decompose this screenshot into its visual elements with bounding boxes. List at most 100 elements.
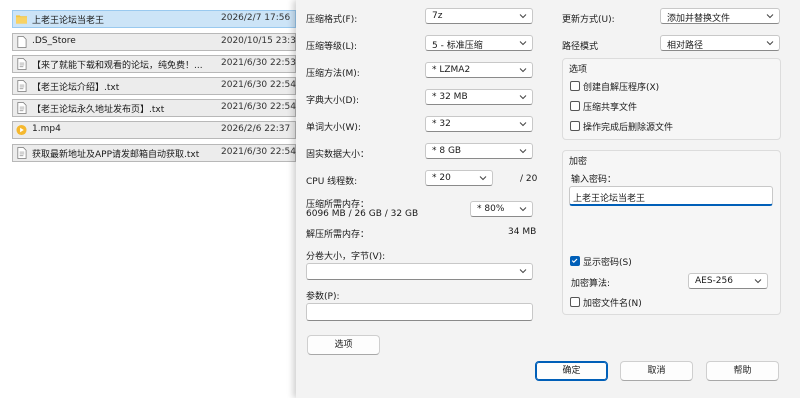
chevron-down-icon bbox=[519, 122, 527, 127]
file-list-pane: 上老王论坛当老王 2026/2/7 17:56 .DS_Store 2020/1… bbox=[0, 0, 300, 398]
path-label: 路径模式 bbox=[562, 42, 599, 52]
split-label: 分卷大小，字节(V): bbox=[306, 252, 386, 262]
show-password-label: 显示密码(S) bbox=[583, 258, 632, 268]
format-label: 压缩格式(F): bbox=[306, 15, 358, 25]
delete-after-checkbox[interactable] bbox=[570, 121, 580, 131]
chevron-down-icon bbox=[766, 41, 774, 46]
file-row[interactable]: 1.mp4 2026/2/6 22:37 bbox=[12, 121, 296, 139]
options-group: 选项 创建自解压程序(X) 压缩共享文件 操作完成后删除源文件 bbox=[562, 58, 781, 140]
file-row[interactable]: 【老王论坛永久地址发布页】.txt 2021/6/30 22:54 bbox=[12, 99, 296, 117]
format-select[interactable]: 7z bbox=[425, 8, 533, 24]
params-label: 参数(P): bbox=[306, 292, 340, 302]
text-file-icon bbox=[17, 58, 27, 70]
encrypt-names-checkbox[interactable] bbox=[570, 297, 580, 307]
file-name: 【老王论坛永久地址发布页】.txt bbox=[32, 105, 165, 115]
cancel-button[interactable]: 取消 bbox=[620, 361, 693, 381]
file-date: 2021/6/30 22:53 bbox=[221, 58, 296, 68]
options-group-title: 选项 bbox=[569, 65, 588, 75]
folder-icon bbox=[16, 15, 27, 24]
file-row[interactable]: 【老王论坛介绍】.txt 2021/6/30 22:54 bbox=[12, 77, 296, 95]
text-file-icon bbox=[17, 147, 27, 159]
file-name: 获取最新地址及APP请发邮箱自动获取.txt bbox=[32, 150, 200, 160]
update-select[interactable]: 添加并替换文件 bbox=[660, 8, 780, 24]
word-select[interactable]: * 32 bbox=[425, 116, 533, 132]
chevron-down-icon bbox=[519, 207, 527, 212]
level-label: 压缩等级(L): bbox=[306, 42, 358, 52]
video-file-icon bbox=[16, 124, 27, 136]
file-date: 2021/6/30 22:54 bbox=[221, 80, 296, 90]
chevron-down-icon bbox=[519, 68, 527, 73]
chevron-down-icon bbox=[479, 176, 487, 181]
solid-label: 固实数据大小： bbox=[306, 150, 370, 160]
shared-files-checkbox[interactable] bbox=[570, 101, 580, 111]
level-select[interactable]: 5 - 标准压缩 bbox=[425, 35, 533, 51]
file-name: .DS_Store bbox=[32, 36, 76, 46]
mem-usage-value: * 80% bbox=[477, 204, 505, 214]
chevron-down-icon bbox=[519, 149, 527, 154]
dict-label: 字典大小(D): bbox=[306, 96, 359, 106]
file-row[interactable]: 上老王论坛当老王 2026/2/7 17:56 bbox=[12, 10, 296, 28]
file-name: 上老王论坛当老王 bbox=[32, 16, 105, 26]
mem-compress-detail: 6096 MB / 26 GB / 32 GB bbox=[306, 209, 419, 219]
cpu-label: CPU 线程数: bbox=[306, 177, 358, 187]
params-input[interactable] bbox=[306, 303, 533, 321]
dict-select[interactable]: * 32 MB bbox=[425, 89, 533, 105]
chevron-down-icon bbox=[754, 279, 762, 284]
method-value: * LZMA2 bbox=[432, 65, 471, 75]
update-value: 添加并替换文件 bbox=[667, 14, 731, 24]
text-file-icon bbox=[17, 80, 27, 92]
file-name: 【来了就能下载和观看的论坛，纯免费！... bbox=[32, 61, 203, 71]
password-value: 上老王论坛当老王 bbox=[573, 194, 646, 204]
format-value: 7z bbox=[432, 11, 443, 21]
split-select[interactable] bbox=[306, 263, 533, 280]
file-date: 2021/6/30 22:54 bbox=[221, 102, 296, 112]
file-date: 2021/6/30 22:54 bbox=[221, 147, 296, 157]
cpu-value: * 20 bbox=[432, 173, 451, 183]
password-label: 输入密码： bbox=[571, 175, 617, 185]
sfx-label: 创建自解压程序(X) bbox=[583, 83, 660, 93]
file-row[interactable]: 获取最新地址及APP请发邮箱自动获取.txt 2021/6/30 22:54 bbox=[12, 144, 296, 162]
update-label: 更新方式(U): bbox=[562, 15, 615, 25]
password-input[interactable]: 上老王论坛当老王 bbox=[569, 186, 773, 206]
shared-files-label: 压缩共享文件 bbox=[583, 103, 638, 113]
ok-button[interactable]: 确定 bbox=[535, 361, 608, 381]
show-password-checkbox[interactable] bbox=[570, 256, 580, 266]
file-row[interactable]: 【来了就能下载和观看的论坛，纯免费！... 2021/6/30 22:53 bbox=[12, 55, 296, 73]
check-icon bbox=[571, 258, 578, 263]
solid-select[interactable]: * 8 GB bbox=[425, 143, 533, 159]
word-label: 单词大小(W): bbox=[306, 123, 361, 133]
add-to-archive-dialog: 压缩格式(F): 7z 压缩等级(L): 5 - 标准压缩 压缩方法(M): *… bbox=[296, 0, 800, 398]
file-date: 2026/2/7 17:56 bbox=[221, 13, 291, 23]
enc-method-label: 加密算法: bbox=[571, 279, 611, 289]
word-value: * 32 bbox=[432, 119, 451, 129]
chevron-down-icon bbox=[519, 269, 527, 274]
level-value: 5 - 标准压缩 bbox=[432, 41, 483, 51]
encryption-group: 加密 输入密码： 上老王论坛当老王 显示密码(S) 加密算法: AES-256 … bbox=[562, 150, 781, 315]
file-name: 【老王论坛介绍】.txt bbox=[32, 83, 120, 93]
file-name: 1.mp4 bbox=[32, 124, 61, 134]
mem-decompress-value: 34 MB bbox=[508, 227, 537, 237]
sfx-checkbox[interactable] bbox=[570, 81, 580, 91]
chevron-down-icon bbox=[519, 14, 527, 19]
mem-decompress-label: 解压所需内存： bbox=[306, 230, 370, 240]
file-row[interactable]: .DS_Store 2020/10/15 23:3 bbox=[12, 33, 296, 51]
enc-method-value: AES-256 bbox=[695, 276, 733, 286]
delete-after-label: 操作完成后删除源文件 bbox=[583, 123, 674, 133]
encrypt-names-label: 加密文件名(N) bbox=[583, 299, 642, 309]
chevron-down-icon bbox=[519, 95, 527, 100]
cpu-max: / 20 bbox=[520, 174, 538, 184]
method-label: 压缩方法(M): bbox=[306, 69, 360, 79]
path-select[interactable]: 相对路径 bbox=[660, 35, 780, 51]
cpu-select[interactable]: * 20 bbox=[425, 170, 493, 186]
mem-usage-select[interactable]: * 80% bbox=[470, 201, 533, 217]
options-button[interactable]: 选项 bbox=[307, 335, 380, 355]
path-value: 相对路径 bbox=[667, 41, 704, 51]
dict-value: * 32 MB bbox=[432, 92, 468, 102]
chevron-down-icon bbox=[519, 41, 527, 46]
file-date: 2020/10/15 23:3 bbox=[221, 36, 296, 46]
help-button[interactable]: 帮助 bbox=[706, 361, 779, 381]
method-select[interactable]: * LZMA2 bbox=[425, 62, 533, 78]
enc-method-select[interactable]: AES-256 bbox=[688, 273, 768, 289]
solid-value: * 8 GB bbox=[432, 146, 462, 156]
file-icon bbox=[17, 36, 27, 48]
